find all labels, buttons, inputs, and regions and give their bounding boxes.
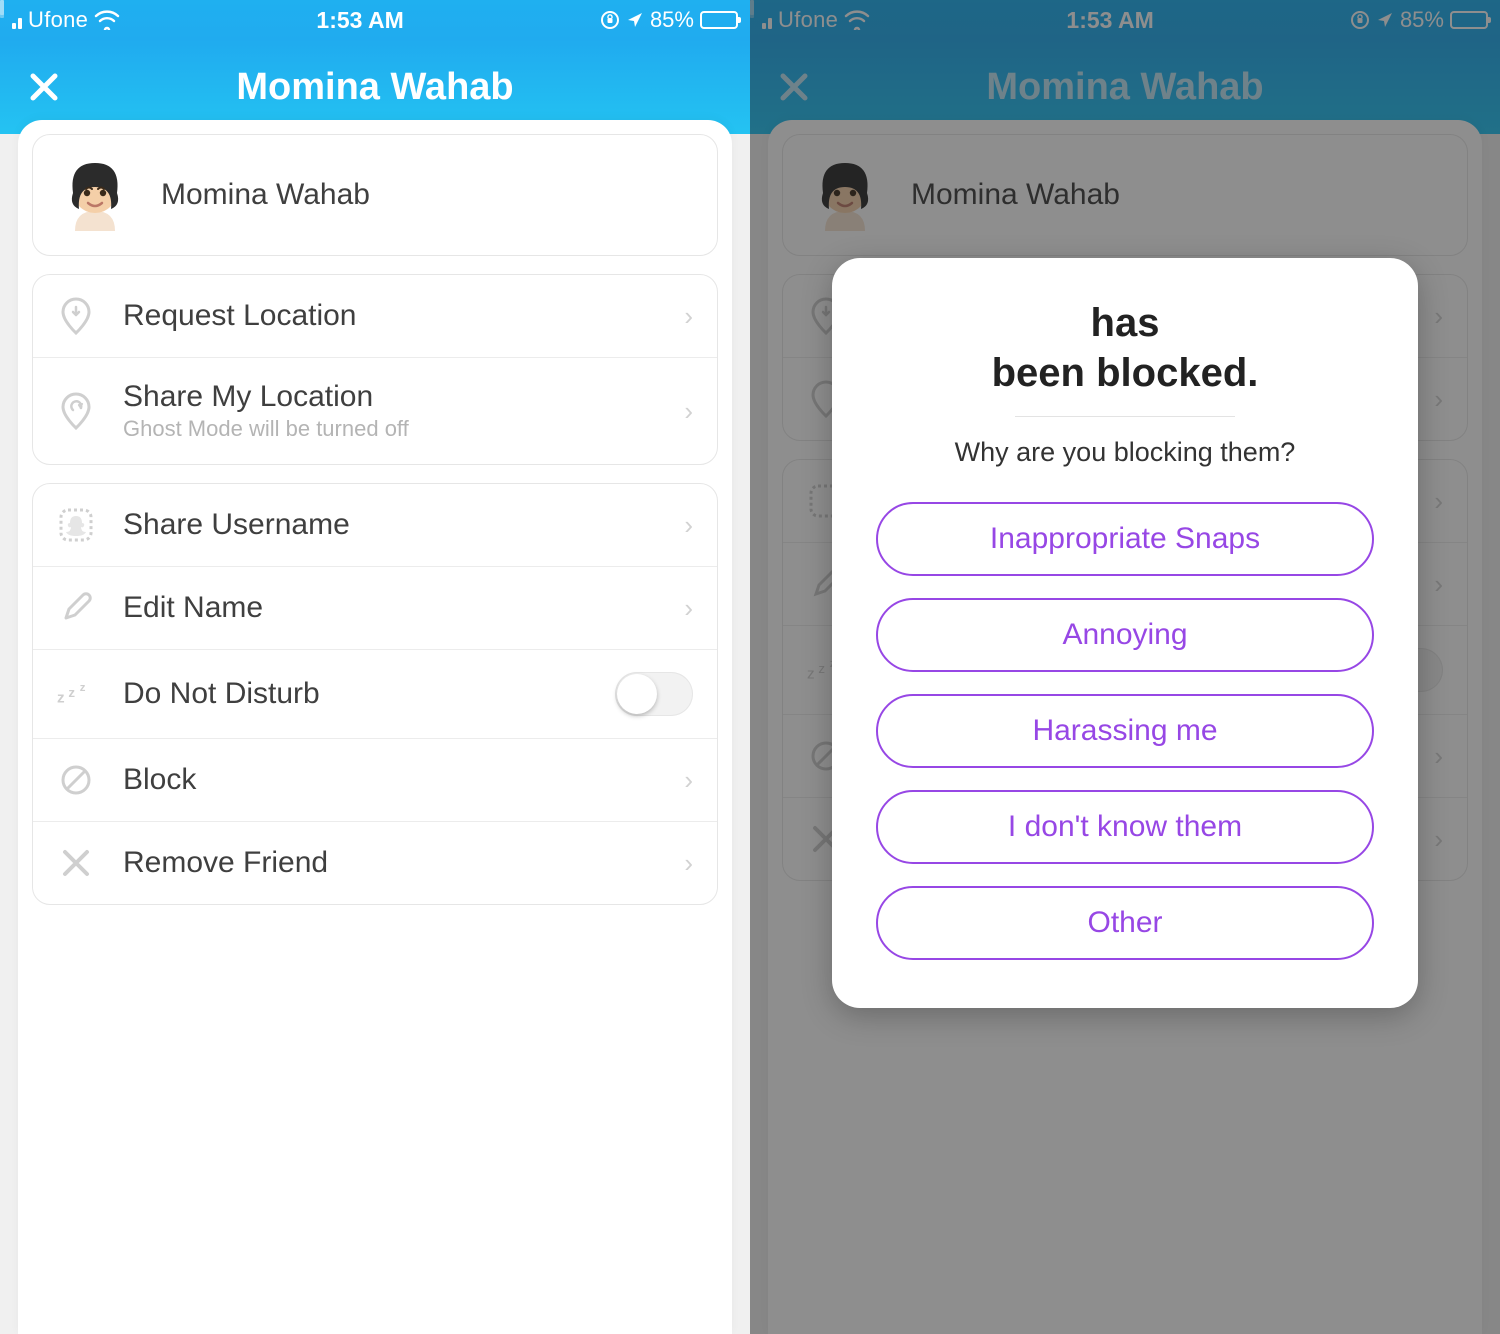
location-request-icon (57, 297, 95, 335)
snapcode-icon (57, 506, 95, 544)
reason-harassing-button[interactable]: Harassing me (876, 694, 1374, 768)
menu-label: Block (123, 763, 656, 797)
share-location-row[interactable]: Share My Location Ghost Mode will be tur… (33, 357, 717, 464)
status-right: 85% (600, 7, 738, 33)
close-button[interactable] (24, 67, 64, 107)
menu-label: Share Username (123, 508, 656, 542)
chevron-right-icon: › (684, 510, 693, 541)
profile-name: Momina Wahab (161, 178, 370, 212)
menu-sublabel: Ghost Mode will be turned off (123, 416, 656, 442)
reason-other-button[interactable]: Other (876, 886, 1374, 960)
carrier-label: Ufone (28, 7, 88, 33)
block-row[interactable]: Block › (33, 738, 717, 821)
menu-label: Edit Name (123, 591, 656, 625)
svg-text:z: z (68, 685, 75, 700)
chevron-right-icon: › (684, 396, 693, 427)
chevron-right-icon: › (684, 593, 693, 624)
menu-label: Do Not Disturb (123, 677, 587, 711)
rotation-lock-icon (600, 10, 620, 30)
location-group: Request Location › Share My Location Gho… (32, 274, 718, 465)
action-sheet: Momina Wahab Request Location › Share My… (18, 120, 732, 1334)
status-bar: Ufone 1:53 AM 85% (0, 0, 750, 40)
block-reason-modal: has been blocked. Why are you blocking t… (832, 258, 1418, 1008)
cellular-signal-icon (12, 11, 22, 29)
reason-annoying-button[interactable]: Annoying (876, 598, 1374, 672)
clock: 1:53 AM (316, 7, 403, 34)
profile-card[interactable]: Momina Wahab (32, 134, 718, 256)
avatar (53, 153, 137, 237)
menu-label: Remove Friend (123, 846, 656, 880)
chevron-right-icon: › (684, 301, 693, 332)
x-icon (57, 844, 95, 882)
share-username-row[interactable]: Share Username › (33, 484, 717, 566)
location-arrow-icon (626, 11, 644, 29)
edit-name-row[interactable]: Edit Name › (33, 566, 717, 649)
dnd-row[interactable]: zzz Do Not Disturb (33, 649, 717, 738)
screen-settings-sheet: Ufone 1:53 AM 85% Momina Wahab TUESDAY (0, 0, 750, 1334)
modal-title: has been blocked. (876, 298, 1374, 398)
svg-text:z: z (57, 690, 65, 707)
remove-friend-row[interactable]: Remove Friend › (33, 821, 717, 904)
menu-label: Request Location (123, 299, 656, 333)
location-share-icon (57, 392, 95, 430)
wifi-icon (94, 10, 120, 30)
reason-unknown-button[interactable]: I don't know them (876, 790, 1374, 864)
screen-block-modal: Ufone 1:53 AM 85% Momina Wahab TUESDAY (750, 0, 1500, 1334)
modal-subtitle: Why are you blocking them? (876, 437, 1374, 468)
reason-inappropriate-button[interactable]: Inappropriate Snaps (876, 502, 1374, 576)
actions-group: Share Username › Edit Name › zzz Do Not … (32, 483, 718, 905)
pencil-icon (57, 589, 95, 627)
zzz-icon: zzz (57, 675, 95, 713)
battery-percent: 85% (650, 7, 694, 33)
status-left: Ufone (12, 7, 120, 33)
svg-text:z: z (80, 682, 86, 694)
close-icon (28, 71, 60, 103)
request-location-row[interactable]: Request Location › (33, 275, 717, 357)
dnd-toggle[interactable] (615, 672, 693, 716)
block-icon (57, 761, 95, 799)
chevron-right-icon: › (684, 765, 693, 796)
menu-label: Share My Location (123, 380, 656, 414)
divider (1015, 416, 1235, 417)
page-title: Momina Wahab (236, 66, 513, 109)
battery-icon (700, 11, 738, 29)
chevron-right-icon: › (684, 848, 693, 879)
